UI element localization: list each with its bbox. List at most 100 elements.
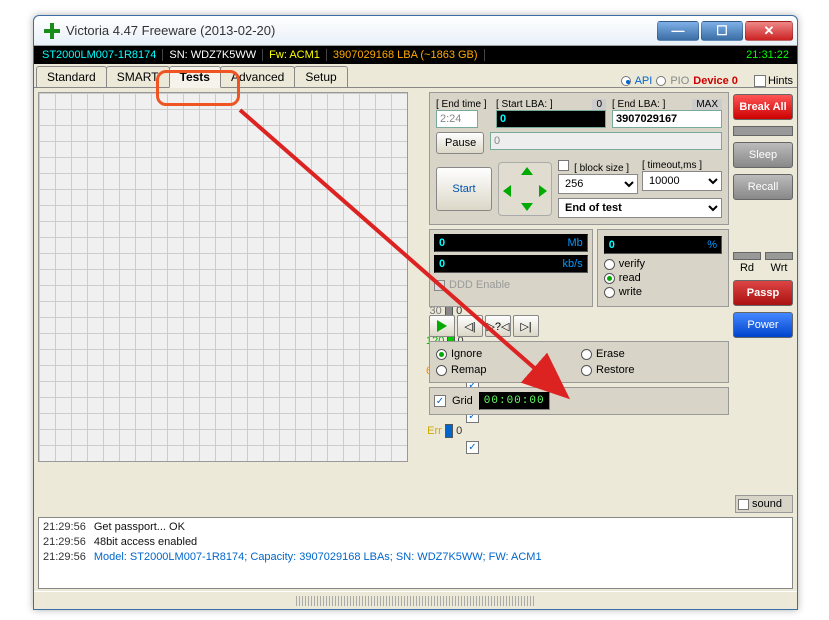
action-box: Ignore Erase Remap Restore: [429, 341, 729, 383]
speed-kbs-val: 0: [439, 258, 445, 270]
ddd-checkbox[interactable]: [434, 280, 445, 291]
app-window: Victoria 4.47 Freeware (2013-02-20) — ☐ …: [33, 15, 798, 610]
api-label: API: [635, 75, 653, 87]
grid-label: Grid: [452, 395, 473, 407]
fw-segment: Fw: ACM1: [263, 49, 327, 61]
restore-radio[interactable]: [581, 365, 592, 376]
endtime-label: [ End time ]: [436, 99, 490, 110]
tab-standard[interactable]: Standard: [36, 66, 107, 87]
write-label: write: [619, 286, 642, 298]
fw-value: ACM1: [289, 49, 320, 61]
grid-checkbox[interactable]: ✓: [434, 395, 446, 407]
titlebar[interactable]: Victoria 4.47 Freeware (2013-02-20) — ☐ …: [34, 16, 797, 46]
blocksize-select[interactable]: 256: [558, 174, 638, 194]
content-area: ▴ ▾ 3012030012006000>0Err0 ✓ ✓ ✓ ✓ RS to…: [34, 88, 797, 609]
ignore-radio[interactable]: [436, 349, 447, 360]
verify-label: verify: [619, 258, 645, 270]
erase-radio[interactable]: [581, 349, 592, 360]
endlba-input[interactable]: [612, 110, 722, 128]
maximize-button[interactable]: ☐: [701, 21, 743, 41]
app-icon: [44, 23, 60, 39]
startlba-top: 0: [592, 99, 606, 110]
sidebar: Break All Sleep Recall Rd Wrt Passp Powe…: [731, 92, 795, 340]
window-title: Victoria 4.47 Freeware (2013-02-20): [66, 23, 657, 38]
sn-label: SN:: [169, 49, 187, 61]
sleep-button[interactable]: Sleep: [733, 142, 793, 168]
log-check-4[interactable]: ✓: [466, 441, 479, 454]
read-label: read: [619, 272, 641, 284]
passp-button[interactable]: Passp: [733, 280, 793, 306]
speed-kbs: 0 kb/s: [434, 255, 588, 273]
endoftest-select[interactable]: End of test: [558, 198, 722, 218]
start-button[interactable]: Start: [436, 167, 492, 211]
dpad-right-icon[interactable]: [539, 185, 547, 197]
rd-wrt-meters: Rd Wrt: [733, 252, 793, 274]
sound-label: sound: [752, 498, 782, 510]
blocksize-check[interactable]: [558, 160, 569, 171]
sound-checkbox[interactable]: [738, 499, 749, 510]
log-line: 21:29:56Model: ST2000LM007-1R8174; Capac…: [43, 550, 788, 565]
pio-radio[interactable]: [656, 76, 666, 86]
wrt-bar: [765, 252, 793, 260]
resize-grip-icon[interactable]: [296, 596, 536, 606]
log-box[interactable]: 21:29:56Get passport... OK21:29:5648bit …: [38, 517, 793, 589]
speed-kbs-unit: kb/s: [563, 258, 583, 270]
prev-button[interactable]: ◁|: [457, 315, 483, 337]
startlba-input[interactable]: [496, 110, 606, 128]
step-button[interactable]: ▷?◁: [485, 315, 511, 337]
remap-label: Remap: [451, 364, 486, 376]
pct-unit: %: [707, 239, 717, 251]
power-button[interactable]: Power: [733, 312, 793, 338]
tab-setup[interactable]: Setup: [294, 66, 347, 87]
read-radio[interactable]: [604, 273, 615, 284]
pause-button[interactable]: Pause: [436, 132, 484, 154]
pct-val: 0: [609, 239, 615, 251]
minimize-button[interactable]: —: [657, 21, 699, 41]
endlba-label: [ End LBA: ]: [612, 99, 665, 110]
play-button[interactable]: [429, 315, 455, 337]
dpad-left-icon[interactable]: [503, 185, 511, 197]
rd-label: Rd: [740, 262, 754, 274]
recall-button[interactable]: Recall: [733, 174, 793, 200]
hints-checkbox[interactable]: [754, 75, 766, 87]
tab-advanced[interactable]: Advanced: [220, 66, 295, 87]
sound-box: sound: [735, 495, 793, 513]
log-line: 21:29:5648bit access enabled: [43, 535, 788, 550]
tab-row: StandardSMARTTestsAdvancedSetup API PIO …: [34, 64, 797, 88]
break-all-button[interactable]: Break All: [733, 94, 793, 120]
log-line: 21:29:56Get passport... OK: [43, 520, 788, 535]
api-radio[interactable]: [621, 76, 631, 86]
ignore-label: Ignore: [451, 348, 482, 360]
erase-label: Erase: [596, 348, 625, 360]
blocksize-label: [ block size ]: [574, 163, 629, 174]
timer-lcd: 00:00:00: [479, 392, 550, 410]
percent-readout: 0 %: [604, 236, 722, 254]
max-button[interactable]: MAX: [692, 99, 722, 110]
grid-scrollbar[interactable]: ▴ ▾: [407, 93, 408, 461]
close-button[interactable]: ✕: [745, 21, 793, 41]
dpad-down-icon[interactable]: [521, 203, 533, 211]
sn-segment: SN: WDZ7K5WW: [163, 49, 263, 61]
tab-tests[interactable]: Tests: [169, 66, 221, 88]
dpad-up-icon[interactable]: [521, 167, 533, 175]
clock: 21:31:22: [740, 49, 795, 61]
write-radio[interactable]: [604, 287, 615, 298]
lba-segment: 3907029168 LBA (~1863 GB): [327, 49, 485, 61]
sn-value: WDZ7K5WW: [191, 49, 256, 61]
remap-radio[interactable]: [436, 365, 447, 376]
hints-label: Hints: [768, 75, 793, 87]
speed-mb-val: 0: [439, 237, 445, 249]
model-segment: ST2000LM007-1R8174: [36, 49, 163, 61]
timeout-select[interactable]: 10000: [642, 171, 722, 191]
sidebar-bar1: [733, 126, 793, 136]
next-button[interactable]: ▷|: [513, 315, 539, 337]
position-input[interactable]: [490, 132, 722, 150]
startlba-label: [ Start LBA: ]: [496, 99, 553, 110]
dpad[interactable]: [498, 162, 552, 216]
endtime-input[interactable]: [436, 110, 478, 128]
tab-smart[interactable]: SMART: [106, 66, 170, 87]
device-label: Device 0: [693, 75, 738, 87]
restore-label: Restore: [596, 364, 635, 376]
verify-radio[interactable]: [604, 259, 615, 270]
stat-row: Err0: [426, 416, 464, 446]
